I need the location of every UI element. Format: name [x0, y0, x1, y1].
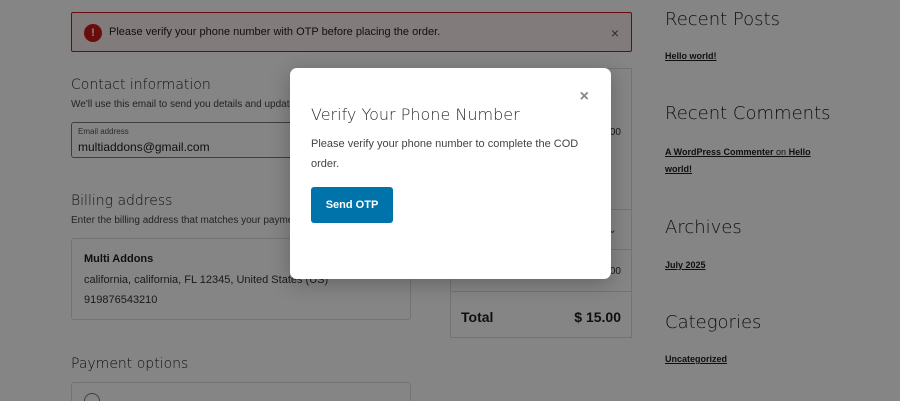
verify-phone-modal: × Verify Your Phone Number Please verify… — [290, 68, 611, 279]
modal-title: Verify Your Phone Number — [311, 105, 520, 124]
close-icon[interactable]: × — [580, 88, 589, 106]
send-otp-button[interactable]: Send OTP — [311, 187, 393, 223]
modal-text: Please verify your phone number to compl… — [311, 138, 579, 170]
